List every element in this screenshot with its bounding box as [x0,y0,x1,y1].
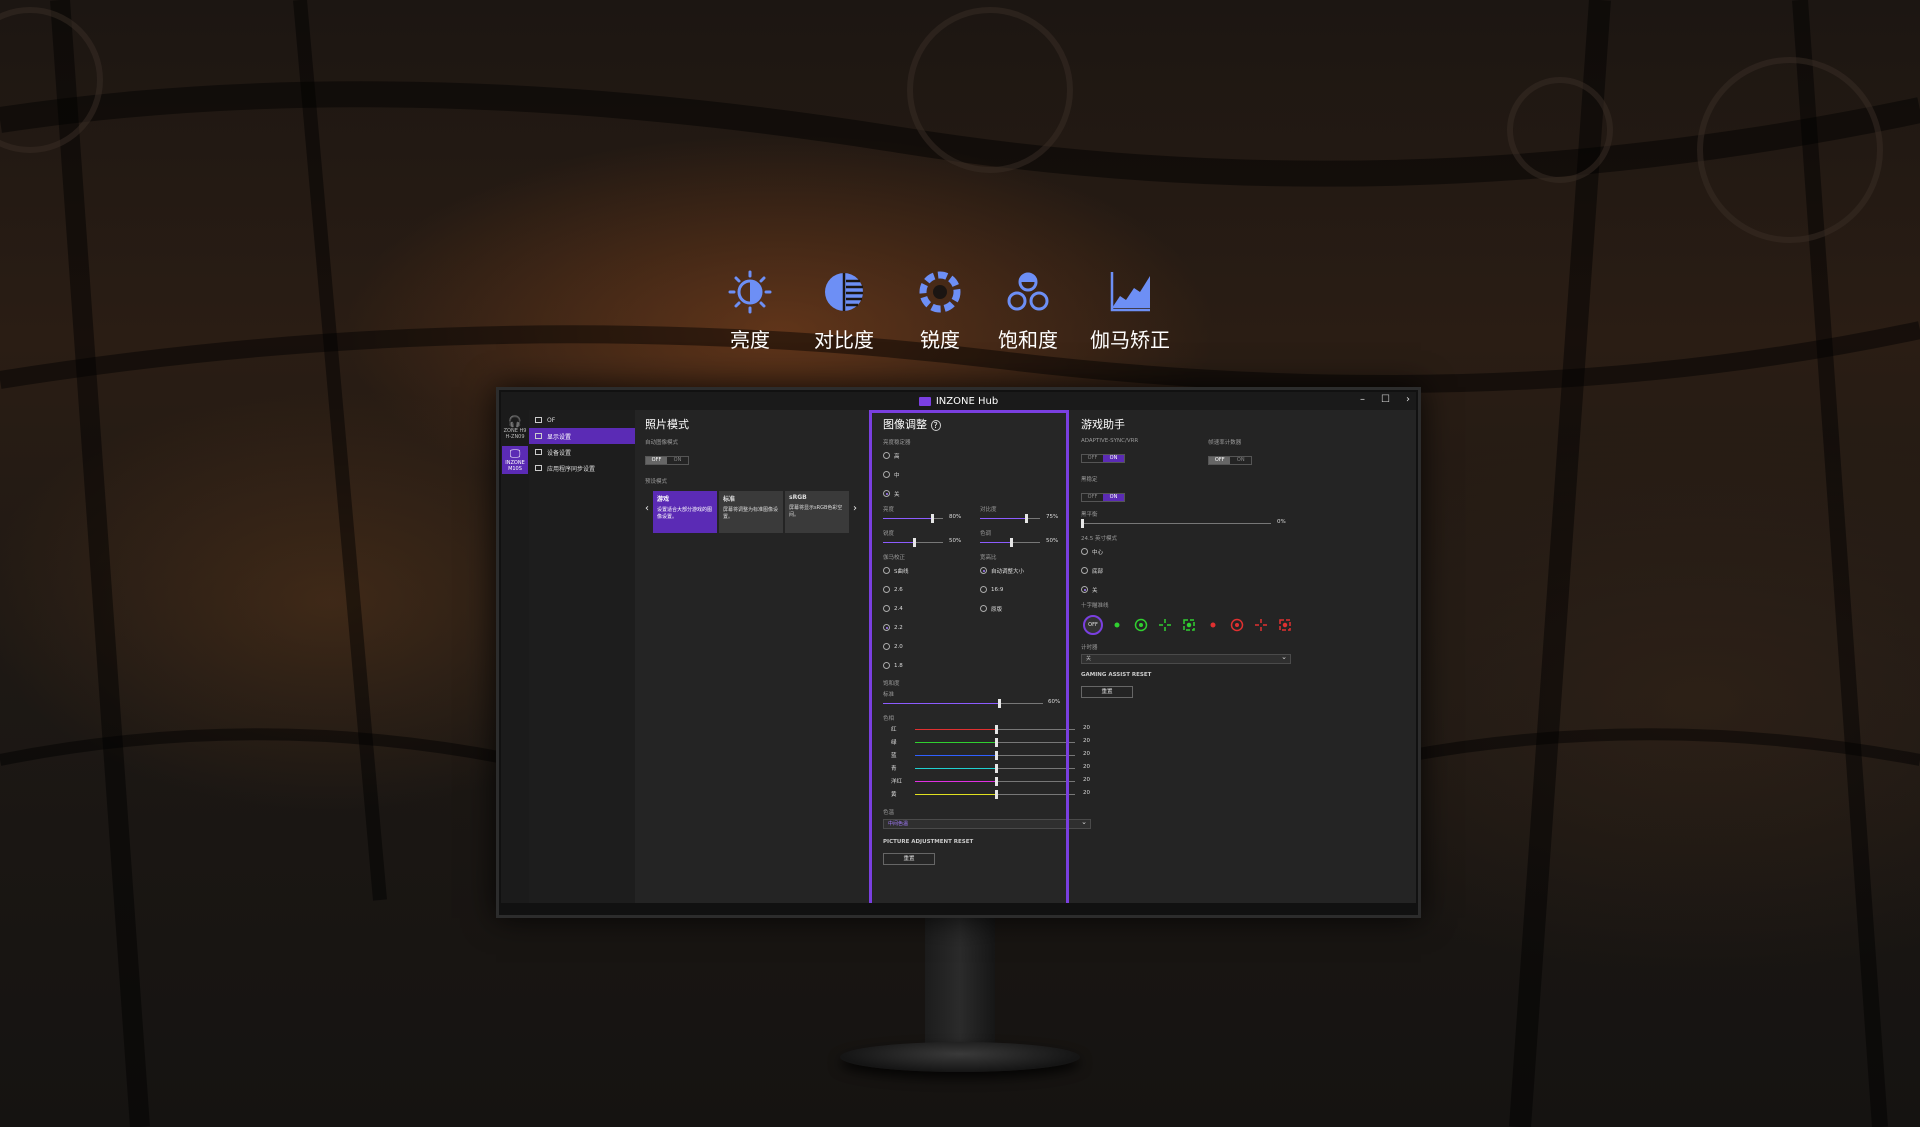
device-monitor[interactable]: 🖵 INZONE M10S [502,446,528,474]
toggle-off: OFF [646,457,667,464]
fps-label: 帧速率计数器 [1208,440,1242,446]
black-stabilizer-toggle[interactable]: OFF ON [1081,493,1125,502]
feature-label: 饱和度 [998,328,1058,352]
crosshair-off-button[interactable]: OFF [1081,613,1105,637]
feature-label: 伽马矫正 [1090,328,1170,352]
photo-mode-panel: 照片模式 自动图像模式 OFF ON 预设模式 ‹ 游戏设置适合大部分游戏的图像… [645,410,865,903]
crosshair-green-cross-icon[interactable] [1153,613,1177,637]
mode-carousel: ‹ 游戏设置适合大部分游戏的图像设置。 标准屏幕将调整为标准图像设置。 sRGB… [645,491,865,535]
nav-label: 设备设置 [547,449,572,457]
feature-saturation: 饱和度 [998,270,1058,353]
crosshair-label: 十字瞄准线 [1081,603,1109,609]
gamma-icon [1110,272,1150,312]
feature-contrast: 对比度 [814,270,874,353]
main-content: 照片模式 自动图像模式 OFF ON 预设模式 ‹ 游戏设置适合大部分游戏的图像… [635,410,1416,903]
nav-item-display[interactable]: 显示设置 [529,428,635,444]
display-icon [535,433,542,439]
nav-label: 应用程序同步设置 [547,465,596,473]
preset-label: 预设模式 [645,479,668,485]
minimize-button[interactable]: – [1360,394,1365,405]
crosshair-green-square-icon[interactable] [1177,613,1201,637]
monitor-stand [925,918,995,1058]
device-sub: M10S [508,466,522,472]
device-headset[interactable]: 🎧 ZONE H9 H-ZN09 [502,414,528,442]
black-eq-label: 黑平衡 [1081,512,1098,518]
picture-adjust-highlight [869,410,1069,903]
crosshair-green-ring-icon[interactable] [1129,613,1153,637]
crosshair-options: OFF [1081,613,1301,637]
contrast-icon [825,273,863,311]
feature-gamma: 伽马矫正 [1090,270,1170,353]
auto-mode-label: 自动图像模式 [645,440,679,446]
gaming-reset-button[interactable]: 重置 [1081,686,1133,698]
mode-name: 标准 [723,496,736,503]
feature-sharpness: 锐度 [918,270,962,353]
sync-icon [535,465,542,471]
mode-desc: 设置适合大部分游戏的图像设置。 [657,507,713,520]
close-button[interactable]: › [1406,394,1410,405]
crosshair-green-dot-icon[interactable] [1105,613,1129,637]
device-rail: 🎧 ZONE H9 H-ZN09 🖵 INZONE M10S [501,410,529,903]
black-stabilizer-label: 黑稳定 [1081,477,1098,483]
monitor-base [840,1042,1080,1072]
crosshair-red-dot-icon[interactable] [1201,613,1225,637]
radio-mode245-center[interactable]: 中心 [1081,542,1301,561]
nav-label: 显示设置 [547,433,572,441]
brightness-icon [728,270,772,314]
square-icon [535,417,542,423]
app-window: INZONE Hub – ☐ › 🎧 ZONE H9 H-ZN09 🖵 INZO… [501,392,1416,903]
mode-name: 游戏 [657,496,670,503]
carousel-next-button[interactable]: › [853,503,857,514]
mode-name: sRGB [789,494,807,501]
fps-toggle[interactable]: OFF ON [1208,456,1253,465]
gaming-assist-panel: 游戏助手 ADAPTIVE-SYNC/VRR OFF ON 帧速率计数器 OFF O… [1081,410,1301,903]
nav-label: OF [547,416,556,424]
mode-desc: 屏幕将调整为标准图像设置。 [723,507,779,520]
mode-card-game[interactable]: 游戏设置适合大部分游戏的图像设置。 [653,491,717,533]
vrr-label: ADAPTIVE-SYNC/VRR [1081,438,1139,444]
maximize-button[interactable]: ☐ [1381,394,1390,405]
mode-card-standard[interactable]: 标准屏幕将调整为标准图像设置。 [719,491,783,533]
crosshair-red-cross-icon[interactable] [1249,613,1273,637]
auto-mode-toggle[interactable]: OFF ON [645,456,689,465]
gaming-assist-title: 游戏助手 [1081,418,1125,431]
nav-item-device[interactable]: 设备设置 [529,444,635,460]
vrr-toggle[interactable]: OFF ON [1081,454,1125,463]
inzone-logo-icon [918,396,931,406]
device-icon [535,449,542,455]
feature-label: 对比度 [814,328,874,352]
feature-row: 亮度 对比度 锐度 饱和度 伽马矫正 [728,270,1188,360]
app-title: INZONE Hub [935,395,999,407]
nav-item-of[interactable]: OF [529,412,635,428]
timer-label: 计时器 [1081,645,1098,651]
feature-label: 锐度 [920,328,960,352]
photo-mode-title: 照片模式 [645,418,689,431]
feature-brightness: 亮度 [728,270,772,353]
black-eq-slider[interactable]: 0% [1081,518,1301,530]
headset-icon: 🎧 [508,415,522,428]
crosshair-red-square-icon[interactable] [1273,613,1297,637]
mode245-label: 24.5 英寸模式 [1081,536,1117,542]
nav-item-app-sync[interactable]: 应用程序同步设置 [529,460,635,476]
timer-select[interactable]: 关 [1081,653,1291,664]
gaming-reset-label: GAMING ASSIST RESET [1081,672,1152,678]
radio-mode245-off[interactable]: 关 [1081,580,1301,599]
monitor-icon: 🖵 [509,447,521,460]
mode-desc: 屏幕将显示sRGB色彩空间。 [789,505,843,518]
saturation-icon [1007,272,1049,311]
sharpness-icon [919,271,961,313]
title-bar: INZONE Hub – ☐ › [501,392,1416,410]
crosshair-red-ring-icon[interactable] [1225,613,1249,637]
mode-card-srgb[interactable]: sRGB 屏幕将显示sRGB色彩空间。 [785,491,849,533]
toggle-on: ON [673,457,682,463]
monitor: INZONE Hub – ☐ › 🎧 ZONE H9 H-ZN09 🖵 INZO… [496,387,1421,918]
carousel-prev-button[interactable]: ‹ [645,503,649,514]
feature-label: 亮度 [730,328,770,352]
radio-mode245-bottom[interactable]: 底部 [1081,561,1301,580]
sidebar-nav: OF 显示设置 设备设置 应用程序同步设置 [529,410,635,903]
device-sub: H-ZN09 [505,434,525,440]
